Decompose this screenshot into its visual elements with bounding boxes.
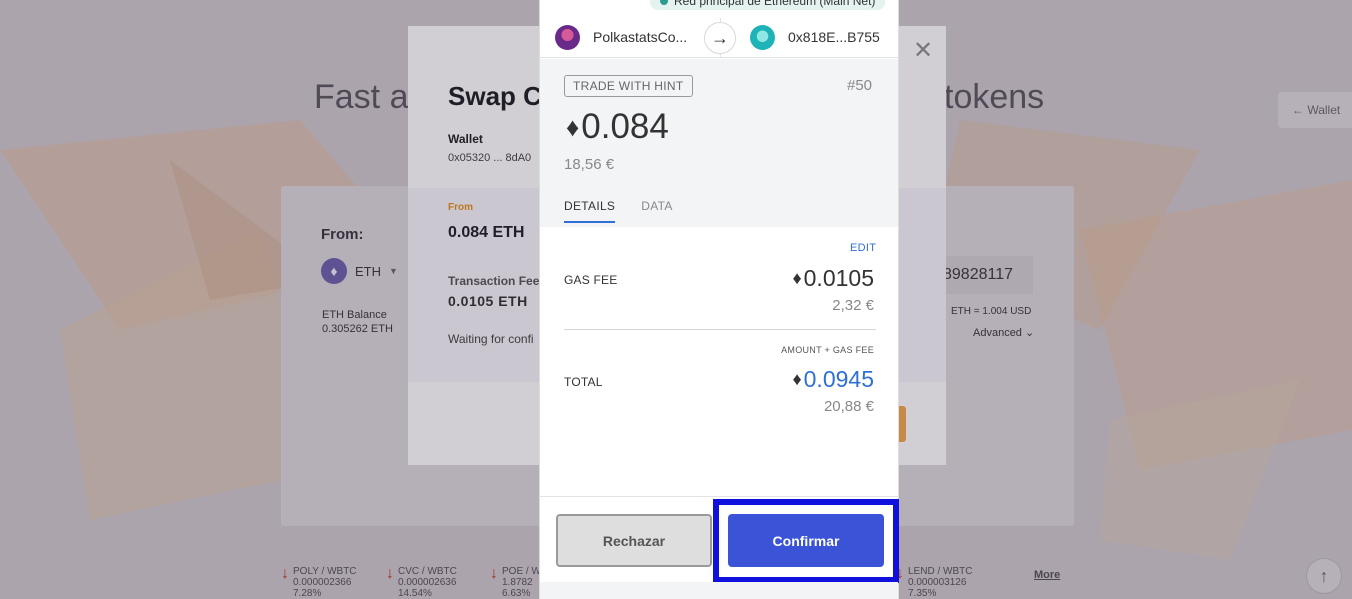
metamask-popup: Red principal de Ethereum (Main Net) Pol… [539, 0, 899, 599]
method-badge: TRADE WITH HINT [564, 75, 693, 97]
detail-tabs: DETAILS DATA [564, 199, 673, 223]
gas-fee-fiat: 2,32 € [832, 297, 874, 314]
action-footer: Rechazar Confirmar [540, 496, 899, 583]
amount-value: 0.084 [581, 107, 669, 146]
amount-fiat: 18,56 € [564, 156, 615, 173]
total-fiat: 20,88 € [823, 398, 874, 415]
amount-gas-caption: AMOUNT + GAS FEE [781, 345, 874, 355]
total-amount: 0.0945 [803, 366, 874, 392]
from-account-name[interactable]: PolkastatsCo... [593, 29, 687, 45]
total-label: TOTAL [564, 375, 603, 389]
divider [564, 329, 876, 330]
arrow-right-icon: → [704, 22, 736, 54]
nonce: #50 [847, 77, 873, 94]
eth-icon: ♦ [792, 369, 802, 389]
eth-icon: ♦ [566, 111, 580, 142]
tab-details[interactable]: DETAILS [564, 199, 616, 223]
transaction-header: TRADE WITH HINT #50 ♦ 0.084 18,56 € DETA… [540, 59, 898, 227]
edit-gas-link[interactable]: EDIT [850, 242, 876, 254]
transaction-amount: ♦ 0.084 [566, 107, 669, 147]
account-row: PolkastatsCo... → 0x818E...B755 [540, 18, 898, 58]
eth-icon: ♦ [792, 268, 802, 288]
from-account-avatar [555, 25, 580, 50]
confirm-button[interactable]: Confirmar [728, 514, 884, 567]
gas-fee-amount: 0.0105 [803, 265, 874, 291]
popup-bottom-strip [540, 582, 898, 599]
details-panel: EDIT GAS FEE ♦ 0.0105 2,32 € AMOUNT + GA… [540, 228, 898, 496]
network-name: Red principal de Ethereum (Main Net) [674, 0, 876, 8]
reject-button[interactable]: Rechazar [556, 514, 712, 567]
network-status-dot [660, 0, 668, 5]
network-indicator[interactable]: Red principal de Ethereum (Main Net) [650, 0, 886, 10]
gas-fee-value: ♦ 0.0105 [792, 265, 874, 292]
gas-fee-label: GAS FEE [564, 273, 618, 287]
total-value: ♦ 0.0945 [792, 366, 874, 393]
to-account-address[interactable]: 0x818E...B755 [788, 29, 880, 45]
to-account-avatar [750, 25, 775, 50]
tab-data[interactable]: DATA [641, 199, 672, 223]
